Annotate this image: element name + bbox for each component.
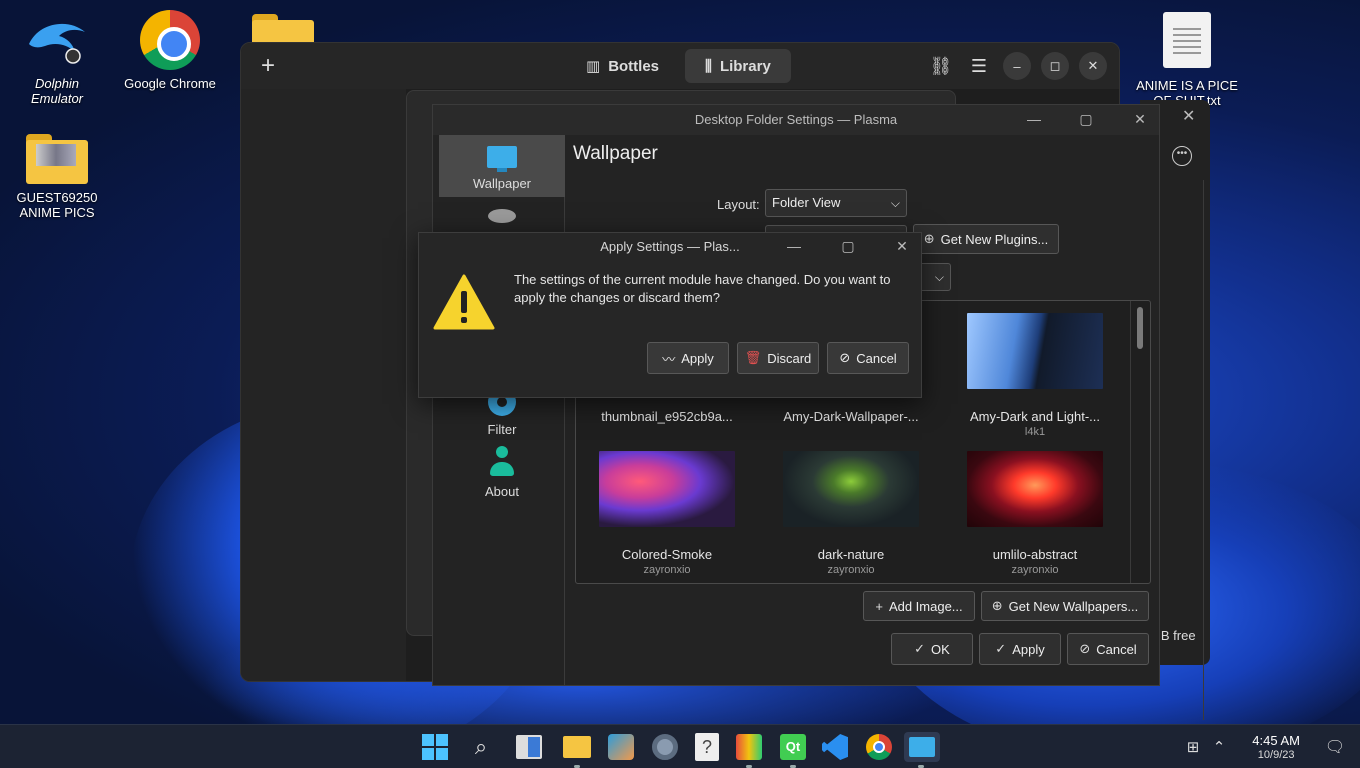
ok-button[interactable]: ✓ OK: [891, 633, 973, 665]
settings-titlebar: Desktop Folder Settings — Plasma — ▢ ✕: [433, 105, 1159, 135]
wallpaper-tile[interactable]: dark-nature zayronxio: [766, 451, 936, 581]
nav-item-about[interactable]: About: [439, 443, 565, 505]
desktop-icon-chrome[interactable]: Google Chrome: [115, 10, 225, 91]
folder-icon: [26, 134, 88, 184]
chevron-up-icon[interactable]: ⌃: [1204, 732, 1234, 762]
settings-icon[interactable]: [650, 732, 680, 762]
apply-icon: 〰: [662, 351, 676, 367]
minimize-button[interactable]: –: [1003, 52, 1031, 80]
wallpaper-tile[interactable]: Amy-Dark and Light-... l4k1: [950, 313, 1120, 443]
download-icon: ⊕: [991, 598, 1003, 613]
bottles-header-controls: ⛓ ☰ – ◻ ✕: [927, 52, 1107, 80]
close-button[interactable]: ✕: [1079, 52, 1107, 80]
search-icon[interactable]: ⌕: [466, 732, 496, 762]
monitor-icon: [487, 146, 517, 172]
chrome-icon: [140, 10, 200, 70]
desktop-icon-label: Dolphin Emulator: [30, 76, 84, 106]
wallpaper-thumbnail: [599, 451, 735, 527]
check-icon: ✓: [914, 641, 926, 656]
maximize-icon[interactable]: ▢: [1071, 105, 1101, 135]
tab-library[interactable]: ⫼ Library: [685, 49, 791, 83]
add-image-button[interactable]: + Add Image...: [863, 591, 975, 621]
desktop-icon-label: GUEST69250 ANIME PICS: [16, 190, 98, 220]
minimize-icon[interactable]: —: [779, 232, 809, 262]
text-file-icon: [1163, 12, 1211, 68]
mouse-icon: [488, 209, 516, 223]
get-new-wallpapers-button[interactable]: ⊕ Get New Wallpapers...: [981, 591, 1149, 621]
more-options-icon[interactable]: •••: [1172, 146, 1192, 166]
task-view-icon[interactable]: [514, 732, 544, 762]
chevron-down-icon: ⌵: [934, 270, 944, 284]
dolphin-icon: [25, 14, 89, 70]
maximize-icon[interactable]: ▢: [833, 232, 863, 262]
tasks-icon[interactable]: ⛓: [927, 52, 955, 80]
free-space-label: iB free: [1158, 628, 1196, 643]
warning-icon: [433, 273, 495, 331]
dialog-message: The settings of the current module have …: [514, 272, 891, 305]
get-new-plugins-button[interactable]: ⊕ Get New Plugins...: [913, 224, 1059, 254]
vscode-icon[interactable]: [820, 732, 850, 762]
bottles-tabs: ▥ Bottles ⫼ Library: [566, 49, 791, 83]
cancel-icon: ⊘: [839, 350, 851, 365]
clock[interactable]: 4:45 AM 10/9/23: [1252, 733, 1300, 761]
wallpaper-thumbnail: [967, 313, 1103, 389]
about-icon: [488, 446, 516, 478]
maximize-button[interactable]: ◻: [1041, 52, 1069, 80]
download-icon: ⊕: [923, 231, 935, 246]
wallpaper-tile[interactable]: Colored-Smoke zayronxio: [582, 451, 752, 581]
help-icon[interactable]: ?: [692, 732, 722, 762]
layout-select[interactable]: Folder View ⌵: [765, 189, 907, 217]
qt-creator-icon[interactable]: Qt: [778, 732, 808, 768]
add-icon[interactable]: +: [255, 53, 281, 79]
tools-icon[interactable]: [734, 732, 764, 768]
desktop-icon-label: Google Chrome: [124, 76, 216, 91]
trash-icon: 🗑: [744, 350, 762, 365]
plus-icon: +: [875, 598, 883, 614]
start-button[interactable]: [420, 732, 450, 762]
bottles-header: + ▥ Bottles ⫼ Library ⛓ ☰ – ◻ ✕: [241, 43, 1119, 89]
taskbar: ⌕ ? Qt ⊞ ⌃ 4:45 AM 10/9/23 🗨: [0, 724, 1360, 768]
gallery-scrollbar[interactable]: [1130, 301, 1150, 583]
dialog-apply-button[interactable]: 〰 Apply: [647, 342, 729, 374]
notifications-icon[interactable]: 🗨: [1320, 732, 1350, 762]
wallpaper-thumbnail: [967, 451, 1103, 527]
bottles-sidebar: [241, 89, 406, 681]
page-title: Wallpaper: [573, 143, 658, 164]
desktop-icon-anime-pics[interactable]: GUEST69250 ANIME PICS: [2, 134, 112, 220]
desktop-icon-text-file[interactable]: ANIME IS A PICE OF SHIT.txt: [1128, 12, 1246, 110]
cancel-icon: ⊘: [1079, 641, 1091, 656]
dialog-title: Apply Settings — Plas...: [600, 239, 740, 254]
wallpaper-tile[interactable]: umlilo-abstract zayronxio: [950, 451, 1120, 581]
file-explorer-icon[interactable]: [562, 732, 592, 768]
apply-button[interactable]: ✓ Apply: [979, 633, 1061, 665]
apply-settings-dialog: Apply Settings — Plas... — ▢ ✕ The setti…: [418, 232, 922, 398]
check-icon: ✓: [995, 641, 1007, 656]
tab-bottles[interactable]: ▥ Bottles: [566, 49, 679, 83]
dialog-titlebar: Apply Settings — Plas... — ▢ ✕: [419, 233, 921, 261]
layout-label: Layout:: [717, 197, 760, 212]
chevron-down-icon: ⌵: [890, 196, 900, 210]
close-icon[interactable]: ✕: [887, 232, 917, 262]
minimize-icon[interactable]: —: [1019, 105, 1049, 135]
store-icon[interactable]: [606, 732, 636, 762]
dialog-discard-button[interactable]: 🗑 Discard: [737, 342, 819, 374]
cancel-button[interactable]: ⊘ Cancel: [1067, 633, 1149, 665]
library-icon: ⫼: [705, 57, 712, 75]
nav-item-wallpaper[interactable]: Wallpaper: [439, 135, 565, 197]
windows-start-icon: [422, 734, 448, 760]
settings-content: Wallpaper Layout: Folder View ⌵ ⊕ Get Ne…: [567, 135, 1159, 685]
menu-icon[interactable]: ☰: [965, 52, 993, 80]
remote-desktop-icon[interactable]: [904, 732, 940, 768]
desktop-icon-dolphin[interactable]: Dolphin Emulator: [2, 14, 112, 106]
close-icon[interactable]: ✕: [1125, 105, 1155, 135]
settings-nav: Wallpaper Filter About: [439, 135, 565, 685]
bottles-icon: ▥: [586, 58, 601, 75]
close-icon[interactable]: ✕: [1182, 106, 1195, 126]
window-title: Desktop Folder Settings — Plasma: [694, 112, 898, 127]
dialog-cancel-button[interactable]: ⊘ Cancel: [827, 342, 909, 374]
scrollbar-thumb[interactable]: [1137, 307, 1143, 349]
chrome-taskbar-icon[interactable]: [864, 732, 894, 762]
wallpaper-thumbnail: [783, 451, 919, 527]
